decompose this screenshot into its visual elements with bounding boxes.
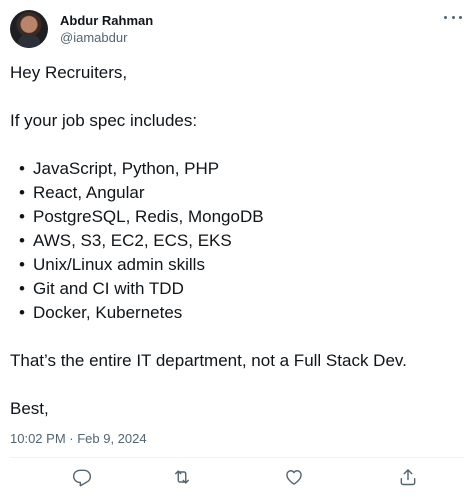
bullet-glyph: • xyxy=(19,183,25,202)
like-icon xyxy=(286,470,302,485)
tweet-text: Hey Recruiters, If your job spec include… xyxy=(10,61,470,421)
retweet-icon xyxy=(175,470,189,484)
skill-text: React, Angular xyxy=(33,183,145,202)
action-bar xyxy=(0,463,474,493)
bullet-glyph: • xyxy=(19,231,25,250)
avatar[interactable] xyxy=(10,10,48,48)
list-item: • PostgreSQL, Redis, MongoDB xyxy=(10,205,470,229)
skill-text: AWS, S3, EC2, ECS, EKS xyxy=(33,231,232,250)
bullet-glyph: • xyxy=(19,207,25,226)
bullet-glyph: • xyxy=(19,303,25,322)
tweet-card: Abdur Rahman @iamabdur Hey Recruiters, I… xyxy=(0,0,474,498)
skill-text: PostgreSQL, Redis, MongoDB xyxy=(33,207,264,226)
list-item: • AWS, S3, EC2, ECS, EKS xyxy=(10,229,470,253)
retweet-button[interactable] xyxy=(170,465,194,489)
skills-list: • JavaScript, Python, PHP • React, Angular… xyxy=(10,157,470,325)
intro-text: If your job spec includes: xyxy=(10,111,198,130)
share-button[interactable] xyxy=(396,465,420,489)
list-item: • Docker, Kubernetes xyxy=(10,301,470,325)
reply-button[interactable] xyxy=(70,465,94,489)
greeting-text: Hey Recruiters, xyxy=(10,63,128,82)
skill-text: JavaScript, Python, PHP xyxy=(33,159,220,178)
list-item: • Git and CI with TDD xyxy=(10,277,470,301)
conclusion-text: That’s the entire IT department, not a F… xyxy=(10,351,407,370)
bullet-glyph: • xyxy=(19,279,25,298)
more-options-icon[interactable] xyxy=(444,12,462,22)
author-handle[interactable]: @iamabdur xyxy=(60,29,153,46)
divider xyxy=(10,457,464,458)
share-icon xyxy=(400,469,416,486)
list-item: • Unix/Linux admin skills xyxy=(10,253,470,277)
skill-text: Unix/Linux admin skills xyxy=(33,255,205,274)
tweet-header: Abdur Rahman @iamabdur xyxy=(10,9,153,49)
skill-text: Git and CI with TDD xyxy=(33,279,184,298)
reply-icon xyxy=(72,469,92,487)
author-names: Abdur Rahman @iamabdur xyxy=(60,12,153,46)
tweet-timestamp[interactable]: 10:02 PM · Feb 9, 2024 xyxy=(10,431,147,447)
skill-text: Docker, Kubernetes xyxy=(33,303,183,322)
list-item: • React, Angular xyxy=(10,181,470,205)
author-display-name[interactable]: Abdur Rahman xyxy=(60,12,153,29)
bullet-glyph: • xyxy=(19,159,25,178)
bullet-glyph: • xyxy=(19,255,25,274)
signoff-text: Best, xyxy=(10,399,49,418)
like-button[interactable] xyxy=(282,465,306,489)
list-item: • JavaScript, Python, PHP xyxy=(10,157,470,181)
